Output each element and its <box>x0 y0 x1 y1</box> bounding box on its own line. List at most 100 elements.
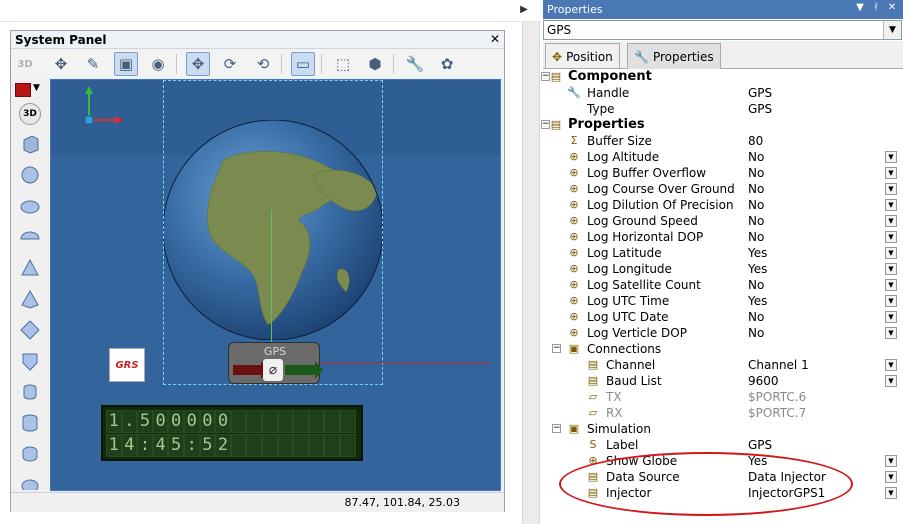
chevron-down-icon[interactable]: ▼ <box>885 183 897 195</box>
property-row-log-verticle-dop[interactable]: ⊕ Log Verticle DOP No ▼ <box>543 325 903 341</box>
vertical-scrollbar[interactable] <box>522 22 540 524</box>
property-row-log-horizontal-dop[interactable]: ⊕ Log Horizontal DOP No ▼ <box>543 229 903 245</box>
collapse-arrow-icon[interactable]: ▶ <box>518 4 530 18</box>
palette-3d-button[interactable]: 3D <box>17 101 43 127</box>
pan-icon[interactable]: ✥ <box>186 52 210 76</box>
property-row-log-course-over-ground[interactable]: ⊕ Log Course Over Ground No ▼ <box>543 181 903 197</box>
view-3d-button[interactable]: 3D <box>13 52 37 76</box>
tab-position[interactable]: ✥ Position <box>545 43 620 69</box>
zoom-rotate-icon[interactable]: ⟲ <box>251 52 275 76</box>
chevron-down-icon[interactable]: ▼ <box>885 455 897 467</box>
3d-viewport[interactable]: GPS ⌀ GRS 1.500000 14:45:52 <box>50 79 501 491</box>
cube-shape-icon[interactable] <box>17 131 43 157</box>
property-value[interactable]: No <box>748 182 764 196</box>
gps-component[interactable]: GPS ⌀ <box>228 342 323 384</box>
property-value[interactable]: GPS <box>748 86 772 100</box>
chevron-down-icon[interactable]: ▼ <box>885 279 897 291</box>
property-row-label[interactable]: S Label GPS <box>543 437 903 453</box>
property-value[interactable]: No <box>748 166 764 180</box>
property-value[interactable]: GPS <box>748 102 772 116</box>
property-value[interactable]: No <box>748 310 764 324</box>
cylinder-shape-icon[interactable] <box>17 379 43 405</box>
collapse-toggle-icon[interactable]: − <box>552 344 561 353</box>
chevron-down-icon[interactable]: ▼ <box>885 359 897 371</box>
pyramid-shape-icon[interactable] <box>17 286 43 312</box>
property-value[interactable]: Yes <box>748 262 767 276</box>
chevron-down-icon[interactable]: ▼ <box>885 471 897 483</box>
property-value[interactable]: Channel 1 <box>748 358 809 372</box>
chevron-down-icon[interactable]: ▼ <box>885 295 897 307</box>
cube-icon[interactable]: ⬢ <box>363 52 387 76</box>
cone-shape-icon[interactable] <box>17 255 43 281</box>
property-value[interactable]: No <box>748 326 764 340</box>
property-row-properties[interactable]: − ▤ Properties <box>541 117 903 133</box>
chevron-down-icon[interactable]: ▼ <box>885 215 897 227</box>
property-row-handle[interactable]: 🔧 Handle GPS <box>543 85 903 101</box>
object-select[interactable]: GPS ▼ <box>543 20 902 40</box>
color-swatch[interactable] <box>15 83 31 97</box>
property-row-log-utc-date[interactable]: ⊕ Log UTC Date No ▼ <box>543 309 903 325</box>
dropdown-icon[interactable]: ▼ <box>853 2 867 16</box>
chevron-down-icon[interactable]: ▼ <box>885 231 897 243</box>
property-row-log-ground-speed[interactable]: ⊕ Log Ground Speed No ▼ <box>543 213 903 229</box>
property-row-tx[interactable]: ▱ TX $PORTC.6 <box>543 389 903 405</box>
chevron-down-icon[interactable]: ▼ <box>885 487 897 499</box>
property-value[interactable]: 9600 <box>748 374 779 388</box>
orbit-icon[interactable]: ⟳ <box>218 52 242 76</box>
panel-toggle-icon[interactable]: ▭ <box>291 52 315 76</box>
property-row-log-altitude[interactable]: ⊕ Log Altitude No ▼ <box>543 149 903 165</box>
teapot-shape-icon[interactable] <box>17 472 43 490</box>
property-value[interactable]: No <box>748 230 764 244</box>
bounding-box-icon[interactable]: ⬚ <box>331 52 355 76</box>
property-value[interactable]: $PORTC.7 <box>748 406 806 420</box>
sphere-shape-icon[interactable] <box>17 162 43 188</box>
property-value[interactable]: GPS <box>748 438 772 452</box>
chevron-down-icon[interactable]: ▼ <box>883 21 901 39</box>
property-row-rx[interactable]: ▱ RX $PORTC.7 <box>543 405 903 421</box>
tab-properties[interactable]: 🔧 Properties <box>627 43 721 69</box>
property-value[interactable]: Yes <box>748 294 767 308</box>
barrel-shape-icon[interactable] <box>17 441 43 467</box>
property-value[interactable]: No <box>748 214 764 228</box>
close-icon[interactable]: ✕ <box>885 2 899 16</box>
property-row-buffer-size[interactable]: Σ Buffer Size 80 <box>543 133 903 149</box>
chevron-down-icon[interactable]: ▼ <box>885 199 897 211</box>
property-row-log-latitude[interactable]: ⊕ Log Latitude Yes ▼ <box>543 245 903 261</box>
pin-icon[interactable]: ᚯ <box>869 2 883 16</box>
property-value[interactable]: Yes <box>748 246 767 260</box>
property-row-log-longitude[interactable]: ⊕ Log Longitude Yes ▼ <box>543 261 903 277</box>
octahedron-shape-icon[interactable] <box>17 317 43 343</box>
tube-shape-icon[interactable] <box>17 410 43 436</box>
chevron-down-icon[interactable]: ▼ <box>885 375 897 387</box>
property-row-log-dilution-of-precision[interactable]: ⊕ Log Dilution Of Precision No ▼ <box>543 197 903 213</box>
chevron-down-icon[interactable]: ▼ <box>885 263 897 275</box>
chevron-down-icon[interactable]: ▼ <box>885 311 897 323</box>
property-value[interactable]: No <box>748 198 764 212</box>
property-row-channel[interactable]: ▤ Channel Channel 1 ▼ <box>543 357 903 373</box>
chevron-down-icon[interactable]: ▼ <box>885 151 897 163</box>
collapse-toggle-icon[interactable]: − <box>552 424 561 433</box>
property-row-connections[interactable]: − ▣ Connections <box>543 341 903 357</box>
hemisphere-shape-icon[interactable] <box>17 224 43 250</box>
move-cross-icon[interactable]: ✥ <box>49 52 73 76</box>
chevron-down-icon[interactable]: ▼ <box>885 327 897 339</box>
property-value[interactable]: 80 <box>748 134 763 148</box>
rotate-sphere-icon[interactable]: ◉ <box>146 52 170 76</box>
property-row-log-utc-time[interactable]: ⊕ Log UTC Time Yes ▼ <box>543 293 903 309</box>
wrench-icon[interactable]: 🔧 <box>403 52 427 76</box>
ellipsoid-shape-icon[interactable] <box>17 193 43 219</box>
chevron-down-icon[interactable]: ▼ <box>885 247 897 259</box>
property-row-log-buffer-overflow[interactable]: ⊕ Log Buffer Overflow No ▼ <box>543 165 903 181</box>
palette-icon[interactable]: ✿ <box>435 52 459 76</box>
property-value[interactable]: $PORTC.6 <box>748 390 806 404</box>
property-value[interactable]: No <box>748 150 764 164</box>
select-region-icon[interactable]: ▣ <box>114 52 138 76</box>
property-row-simulation[interactable]: − ▣ Simulation <box>543 421 903 437</box>
prism-shape-icon[interactable] <box>17 348 43 374</box>
property-row-log-satellite-count[interactable]: ⊕ Log Satellite Count No ▼ <box>543 277 903 293</box>
property-row-type[interactable]: Type GPS <box>543 101 903 117</box>
pencil-icon[interactable]: ✎ <box>81 52 105 76</box>
property-row-component[interactable]: − ▤ Component <box>541 69 903 85</box>
close-icon[interactable]: ✕ <box>488 32 502 48</box>
chevron-down-icon[interactable]: ▼ <box>33 83 40 93</box>
